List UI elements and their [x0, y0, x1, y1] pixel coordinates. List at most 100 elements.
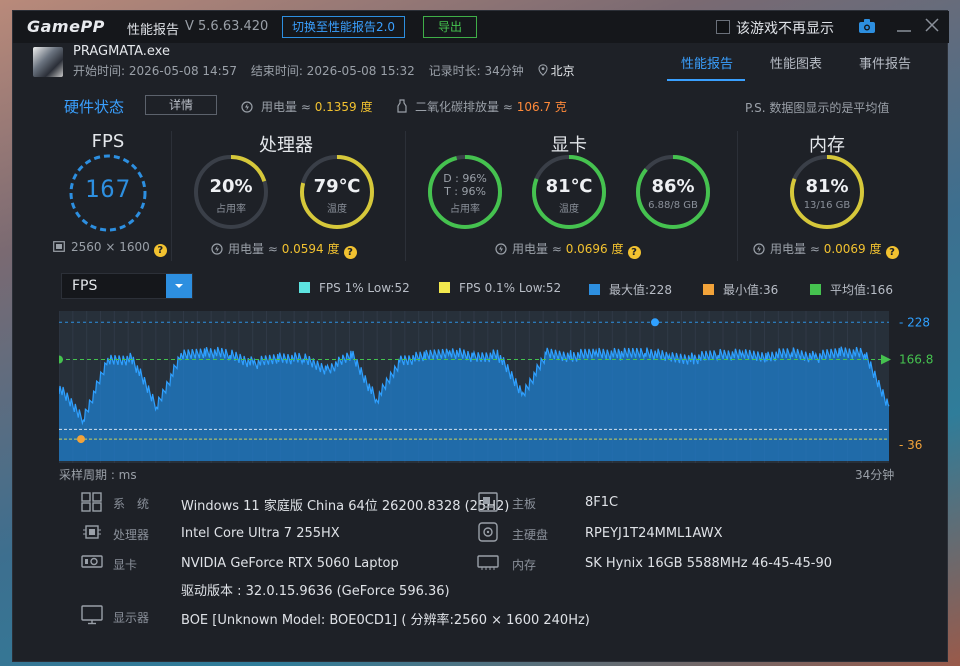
legend-swatch [703, 284, 714, 295]
memory-usage-label: 13/16 GB [803, 200, 851, 211]
info-key-memory: 内存 [512, 558, 537, 572]
legend-swatch [810, 284, 821, 295]
power-icon [753, 243, 765, 255]
help-icon[interactable]: ? [343, 246, 357, 259]
camera-icon[interactable] [859, 19, 875, 33]
legend-label: FPS 1% Low:52 [319, 281, 410, 295]
gpu-temp-gauge: 81℃ 温度 [531, 154, 607, 230]
info-key-disk: 主硬盘 [512, 528, 549, 542]
avg-label: 166.8 [899, 353, 933, 367]
title-bar: GamePP 性能报告 V 5.6.63.420 切换至性能报告2.0 导出 该… [13, 11, 949, 43]
info-value-os: Windows 11 家庭版 China 64位 26200.8328 (25H… [181, 499, 510, 514]
legend-swatch [299, 282, 310, 293]
app-version: V 5.6.63.420 [185, 19, 269, 34]
x-axis-left-label: 采样周期 : ms [59, 468, 137, 482]
legend-swatch [439, 282, 450, 293]
dont-show-label: 该游戏不再显示 [736, 21, 834, 37]
help-icon[interactable]: ? [153, 244, 167, 257]
info-value-driver: 驱动版本 : 32.0.15.9636 (GeForce 596.36) [181, 584, 450, 599]
export-button[interactable]: 导出 [423, 16, 477, 38]
screen-icon [53, 241, 65, 252]
power-icon [241, 101, 253, 113]
info-value-disk: RPEYJ1T24MML1AWX [585, 526, 723, 541]
legend-min: 最小值:36 [703, 281, 778, 298]
total-power-prefix: 用电量 ≈ [261, 100, 315, 114]
tab-event-report[interactable]: 事件报告 [859, 53, 911, 72]
legend-avg: 平均值:166 [810, 281, 893, 298]
legend-max: 最大值:228 [589, 281, 672, 298]
app-title: 性能报告 [127, 23, 180, 38]
gpu-power: 用电量 ≈ 0.0696 度? [495, 240, 641, 259]
help-icon[interactable]: ? [885, 246, 899, 259]
info-value-display: BOE [Unknown Model: BOE0CD1] ( 分辨率:2560 … [181, 613, 590, 628]
gpu-usage-gauge: D : 96% T : 96% 占用率 [427, 154, 503, 230]
cpu-temp-value: 79℃ [313, 176, 361, 197]
metric-select[interactable]: FPS [61, 273, 193, 299]
end-time: 结束时间: 2026-05-08 15:32 [250, 64, 415, 78]
info-key-motherboard: 主板 [512, 497, 537, 511]
co2-prefix: 二氧化碳排放量 ≈ [415, 100, 517, 114]
session-times: 开始时间: 2026-05-08 14:57 结束时间: 2026-05-08 … [73, 62, 585, 79]
power-icon [211, 243, 223, 255]
gpu-icon [81, 555, 103, 568]
section-divider [171, 131, 172, 261]
gpu-temp-value: 81℃ [545, 176, 593, 197]
minimize-icon[interactable] [895, 18, 913, 34]
legend-label: 最大值:228 [609, 283, 672, 297]
gpu-vram-gauge: 86% 6.88/8 GB [635, 154, 711, 230]
game-thumbnail [33, 47, 63, 77]
section-divider [737, 131, 738, 261]
memory-icon [477, 555, 499, 570]
legend-label: FPS 0.1% Low:52 [459, 281, 562, 295]
cpu-usage-value: 20% [209, 176, 253, 197]
gpu-vram-label: 6.88/8 GB [648, 200, 698, 211]
gpu-power-value: 0.0696 度 [565, 242, 624, 256]
info-value-cpu: Intel Core Ultra 7 255HX [181, 526, 340, 541]
min-label: - 36 [899, 438, 922, 452]
gpu-temp-label: 温度 [559, 204, 579, 215]
cpu-usage-label: 占用率 [216, 204, 246, 215]
fps-chart[interactable]: - 228 166.8 - 36 [59, 311, 939, 463]
hardware-status-title: 硬件状态 [64, 98, 125, 116]
memory-usage-value: 81% [805, 176, 849, 197]
close-icon[interactable] [924, 17, 940, 33]
cpu-temp-gauge: 79℃ 温度 [299, 154, 375, 230]
co2-value: 106.7 克 [516, 100, 567, 114]
metric-select-value: FPS [72, 278, 98, 294]
legend-swatch [589, 284, 600, 295]
min-marker [77, 435, 85, 444]
max-label: - 228 [899, 315, 930, 329]
detail-button[interactable]: 详情 [145, 95, 217, 115]
memory-usage-gauge: 81% 13/16 GB [789, 154, 865, 230]
memory-power-prefix: 用电量 ≈ [770, 242, 824, 256]
info-value-motherboard: 8F1C [585, 495, 619, 510]
info-value-gpu: NVIDIA GeForce RTX 5060 Laptop [181, 556, 399, 571]
dont-show-checkbox[interactable] [716, 20, 730, 34]
info-key-display: 显示器 [113, 611, 150, 625]
start-time: 开始时间: 2026-05-08 14:57 [73, 64, 237, 78]
legend-fps-1-low: FPS 1% Low:52 [299, 281, 410, 295]
tab-performance-chart[interactable]: 性能图表 [770, 53, 822, 72]
fps-value: 167 [84, 175, 132, 203]
gpu-usage-t: T : 96% [444, 185, 486, 198]
legend-label: 最小值:36 [723, 283, 779, 297]
cpu-power-value: 0.0594 度 [281, 242, 340, 256]
switch-report-button[interactable]: 切换至性能报告2.0 [282, 16, 405, 38]
game-name: PRAGMATA.exe [73, 44, 170, 59]
chevron-down-icon[interactable] [166, 274, 192, 298]
cpu-power: 用电量 ≈ 0.0594 度? [211, 240, 357, 259]
gpu-power-prefix: 用电量 ≈ [512, 242, 566, 256]
resolution-value: 2560 × 1600 [71, 240, 150, 254]
info-value-memory: SK Hynix 16GB 5588MHz 46-45-45-90 [585, 556, 832, 571]
resolution: 2560 × 1600? [53, 240, 167, 257]
co2-emission: 二氧化碳排放量 ≈ 106.7 克 [397, 98, 567, 115]
fps-area [59, 346, 889, 461]
cpu-temp-label: 温度 [327, 204, 347, 215]
disk-icon [478, 522, 498, 542]
tab-performance-report[interactable]: 性能报告 [681, 53, 733, 72]
info-key-gpu: 显卡 [113, 558, 138, 572]
legend-fps-01-low: FPS 0.1% Low:52 [439, 281, 561, 295]
help-icon[interactable]: ? [627, 246, 641, 259]
co2-icon [397, 99, 407, 113]
location-icon [538, 64, 548, 76]
